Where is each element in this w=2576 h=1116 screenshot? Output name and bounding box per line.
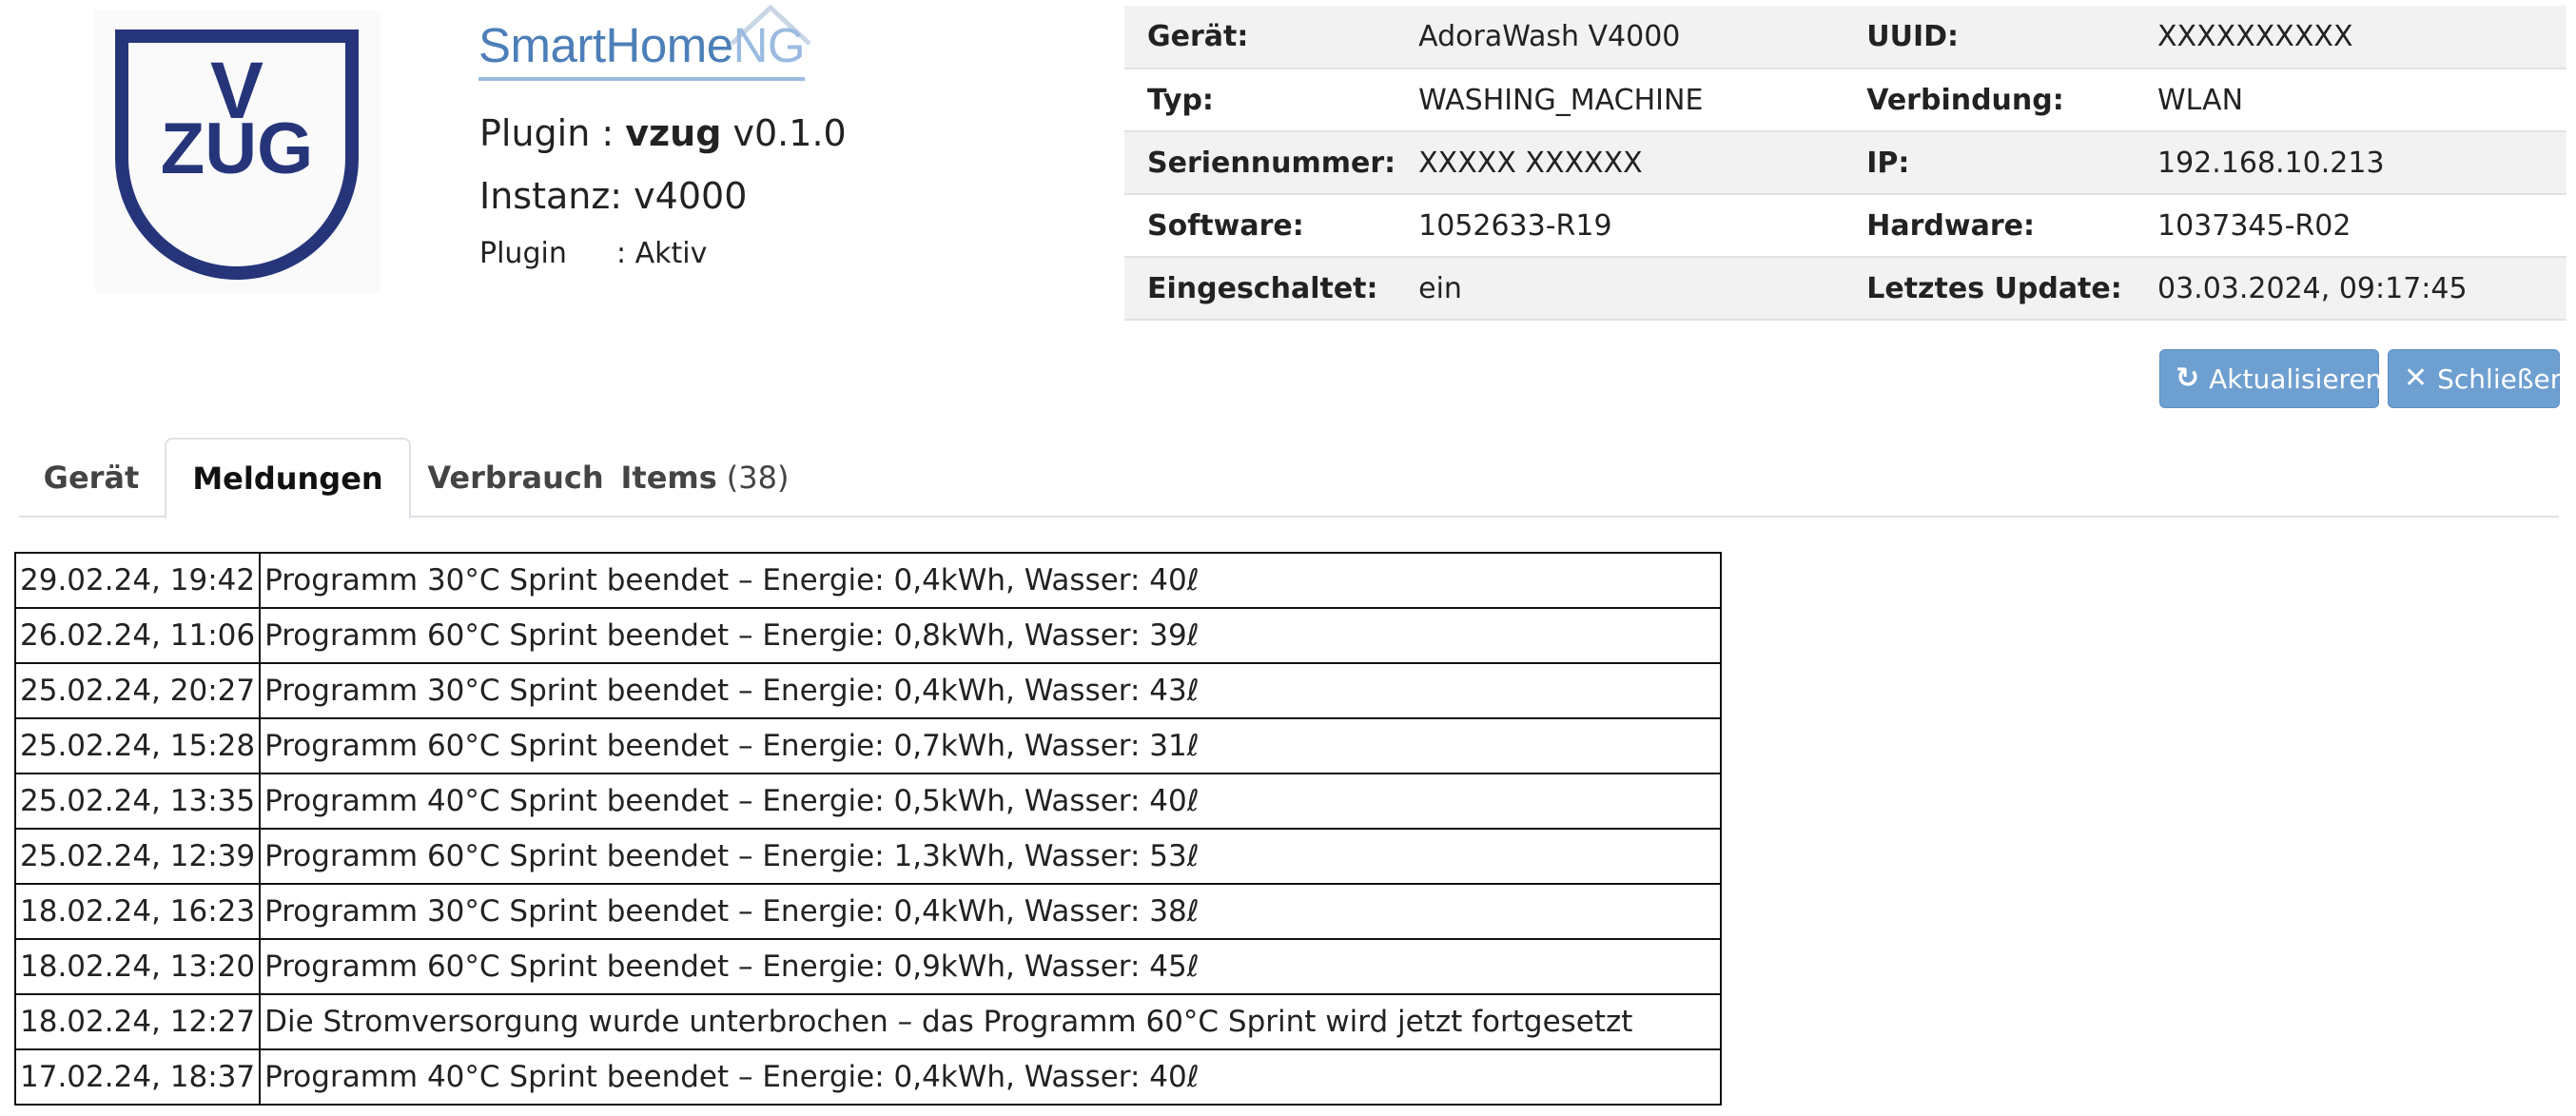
- svg-text:ZUG: ZUG: [161, 108, 313, 189]
- message-row: 25.02.24, 12:39 Programm 60°C Sprint been…: [13, 828, 1723, 885]
- info-value: XXXXX XXXXXX: [1395, 131, 1844, 195]
- vzug-logo: V ZUG: [95, 10, 381, 293]
- smarthomeng-logo: SmartHomeNG: [478, 4, 811, 86]
- info-value: XXXXXXXXXX: [2134, 6, 2566, 69]
- message-time: 25.02.24, 20:27: [13, 662, 262, 719]
- plugin-status: Plugin: Aktiv: [479, 237, 708, 270]
- info-row: Software: 1052633-R19 Hardware: 1037345-R02: [1124, 194, 2566, 258]
- message-time: 29.02.24, 19:42: [13, 552, 262, 609]
- message-text: Die Stromversorgung wurde unterbrochen –…: [259, 993, 1723, 1050]
- plugin-title: Plugin : vzug v0.1.0: [479, 112, 847, 154]
- info-label: Letztes Update:: [1844, 257, 2135, 321]
- message-row: 25.02.24, 15:28 Programm 60°C Sprint been…: [13, 717, 1723, 774]
- message-time: 25.02.24, 15:28: [13, 717, 262, 774]
- message-time: 18.02.24, 13:20: [13, 938, 262, 995]
- info-value: ein: [1395, 257, 1844, 321]
- message-row: 17.02.24, 18:37 Programm 40°C Sprint been…: [13, 1048, 1723, 1106]
- message-row: 18.02.24, 12:27 Die Stromversorgung wurde…: [13, 993, 1723, 1050]
- message-time: 18.02.24, 16:23: [13, 883, 262, 940]
- message-row: 29.02.24, 19:42 Programm 30°C Sprint been…: [13, 552, 1723, 609]
- message-text: Programm 60°C Sprint beendet – Energie: …: [259, 938, 1723, 995]
- info-row: Typ: WASHING_MACHINE Verbindung: WLAN: [1124, 69, 2566, 132]
- instance-name: Instanz: v4000: [479, 175, 748, 217]
- info-label: Software:: [1124, 194, 1396, 258]
- info-value: WASHING_MACHINE: [1395, 69, 1844, 132]
- refresh-icon: ↻: [2176, 362, 2200, 395]
- tab-bar: Gerät Meldungen Verbrauch Items (38): [19, 438, 2559, 519]
- brand-name: SmartHomeNG: [478, 18, 806, 72]
- message-row: 25.02.24, 13:35 Programm 40°C Sprint been…: [13, 773, 1723, 830]
- info-label: Verbindung:: [1844, 69, 2135, 132]
- plugin-page: V ZUG SmartHomeNG Plugin : vzug v0.1.0 I…: [0, 0, 2576, 1116]
- message-row: 26.02.24, 11:06 Programm 60°C Sprint been…: [13, 607, 1723, 664]
- info-row: Seriennummer: XXXXX XXXXXX IP: 192.168.10.2…: [1124, 131, 2566, 195]
- info-value: 03.03.2024, 09:17:45: [2134, 257, 2566, 321]
- message-text: Programm 60°C Sprint beendet – Energie: …: [259, 828, 1723, 885]
- messages-table: 29.02.24, 19:42 Programm 30°C Sprint been…: [13, 552, 1723, 1106]
- message-time: 25.02.24, 12:39: [13, 828, 262, 885]
- tab-items[interactable]: Items (38): [620, 438, 790, 518]
- device-info-table: Gerät: AdoraWash V4000 UUID: XXXXXXXXXX Typ:…: [1124, 6, 2566, 321]
- vzug-shield-icon: V ZUG: [115, 29, 359, 280]
- message-time: 26.02.24, 11:06: [13, 607, 262, 664]
- close-icon: ✕: [2404, 362, 2429, 395]
- message-row: 18.02.24, 16:23 Programm 30°C Sprint been…: [13, 883, 1723, 940]
- message-time: 17.02.24, 18:37: [13, 1048, 262, 1106]
- tab-meldungen[interactable]: Meldungen: [165, 438, 411, 519]
- info-row: Gerät: AdoraWash V4000 UUID: XXXXXXXXXX: [1124, 6, 2566, 69]
- info-label: Typ:: [1124, 69, 1396, 132]
- message-text: Programm 30°C Sprint beendet – Energie: …: [259, 662, 1723, 719]
- message-text: Programm 40°C Sprint beendet – Energie: …: [259, 1048, 1723, 1106]
- info-row: Eingeschaltet: ein Letztes Update: 03.03.20…: [1124, 257, 2566, 321]
- brand-underline: [478, 77, 805, 81]
- message-text: Programm 60°C Sprint beendet – Energie: …: [259, 717, 1723, 774]
- message-text: Programm 60°C Sprint beendet – Energie: …: [259, 607, 1723, 664]
- message-row: 25.02.24, 20:27 Programm 30°C Sprint been…: [13, 662, 1723, 719]
- info-label: IP:: [1844, 131, 2135, 195]
- info-value: 1037345-R02: [2134, 194, 2566, 258]
- message-text: Programm 30°C Sprint beendet – Energie: …: [259, 552, 1723, 609]
- message-time: 25.02.24, 13:35: [13, 773, 262, 830]
- info-label: Gerät:: [1124, 6, 1396, 69]
- info-label: Eingeschaltet:: [1124, 257, 1396, 321]
- items-count: (38): [726, 460, 790, 496]
- info-label: Hardware:: [1844, 194, 2135, 258]
- info-value: WLAN: [2134, 69, 2566, 132]
- info-label: UUID:: [1844, 6, 2135, 69]
- message-text: Programm 40°C Sprint beendet – Energie: …: [259, 773, 1723, 830]
- close-button[interactable]: ✕ Schließen: [2388, 349, 2566, 408]
- info-value: AdoraWash V4000: [1395, 6, 1844, 69]
- tab-geraet[interactable]: Gerät: [19, 438, 164, 518]
- info-value: 192.168.10.213: [2134, 131, 2566, 195]
- tab-verbrauch[interactable]: Verbrauch: [411, 438, 620, 518]
- message-time: 18.02.24, 12:27: [13, 993, 262, 1050]
- message-row: 18.02.24, 13:20 Programm 60°C Sprint been…: [13, 938, 1723, 995]
- info-label: Seriennummer:: [1124, 131, 1396, 195]
- refresh-button[interactable]: ↻ Aktualisieren: [2159, 349, 2382, 408]
- info-value: 1052633-R19: [1395, 194, 1844, 258]
- message-text: Programm 30°C Sprint beendet – Energie: …: [259, 883, 1723, 940]
